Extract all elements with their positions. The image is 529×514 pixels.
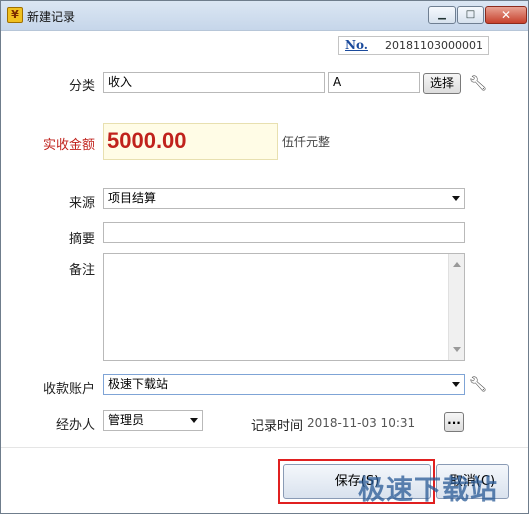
chevron-down-icon bbox=[190, 418, 198, 423]
record-time-value: 2018-11-03 10:31 bbox=[307, 416, 416, 430]
amount-input[interactable]: 5000.00 bbox=[103, 123, 278, 160]
scroll-up-icon[interactable] bbox=[453, 262, 461, 267]
category-code-field[interactable]: A bbox=[328, 72, 420, 93]
minimize-icon[interactable]: ▁ bbox=[428, 6, 456, 24]
amount-in-words: 伍仟元整 bbox=[282, 135, 331, 149]
wrench-icon[interactable]: 🔧︎ bbox=[468, 73, 488, 93]
new-record-window: ¥ 新建记录 ▁ □ ✕ No. 20181103000001 分类 收入 A … bbox=[0, 0, 529, 514]
account-select[interactable]: 极速下载站 bbox=[103, 374, 465, 395]
window-title: 新建记录 bbox=[27, 10, 76, 24]
footer-divider bbox=[1, 447, 528, 448]
record-number: 20181103000001 bbox=[385, 39, 483, 52]
title-bar: ¥ 新建记录 ▁ □ ✕ bbox=[1, 1, 528, 31]
wrench-icon[interactable]: 🔧︎ bbox=[468, 374, 488, 394]
select-category-button[interactable]: 选择 bbox=[423, 73, 461, 94]
account-label: 收款账户 bbox=[42, 382, 95, 397]
note-textarea[interactable] bbox=[103, 253, 465, 361]
close-icon[interactable]: ✕ bbox=[485, 6, 527, 24]
category-label: 分类 bbox=[68, 79, 95, 94]
maximize-icon[interactable]: □ bbox=[457, 6, 484, 24]
record-number-box: No. 20181103000001 bbox=[338, 36, 489, 55]
app-logo-icon: ¥ bbox=[7, 7, 23, 23]
category-name-field[interactable]: 收入 bbox=[103, 72, 325, 93]
watermark-text: 极速下载站 bbox=[358, 475, 498, 506]
chevron-down-icon bbox=[452, 196, 460, 201]
handler-value: 管理员 bbox=[108, 413, 145, 427]
summary-input[interactable] bbox=[103, 222, 465, 243]
record-time-label: 记录时间 bbox=[250, 419, 303, 434]
source-label: 来源 bbox=[68, 196, 95, 211]
date-picker-button[interactable]: ... bbox=[444, 412, 464, 432]
source-value: 项目结算 bbox=[108, 191, 157, 205]
note-label: 备注 bbox=[68, 263, 95, 278]
account-value: 极速下载站 bbox=[108, 377, 169, 391]
scroll-down-icon[interactable] bbox=[453, 347, 461, 352]
handler-label: 经办人 bbox=[55, 418, 95, 433]
source-select[interactable]: 项目结算 bbox=[103, 188, 465, 209]
amount-label: 实收金额 bbox=[42, 138, 95, 153]
summary-label: 摘要 bbox=[68, 232, 95, 247]
chevron-down-icon bbox=[452, 382, 460, 387]
number-sign-icon: No. bbox=[345, 38, 368, 52]
handler-select[interactable]: 管理员 bbox=[103, 410, 203, 431]
amount-value: 5000.00 bbox=[107, 128, 187, 153]
note-scrollbar[interactable] bbox=[448, 254, 464, 360]
